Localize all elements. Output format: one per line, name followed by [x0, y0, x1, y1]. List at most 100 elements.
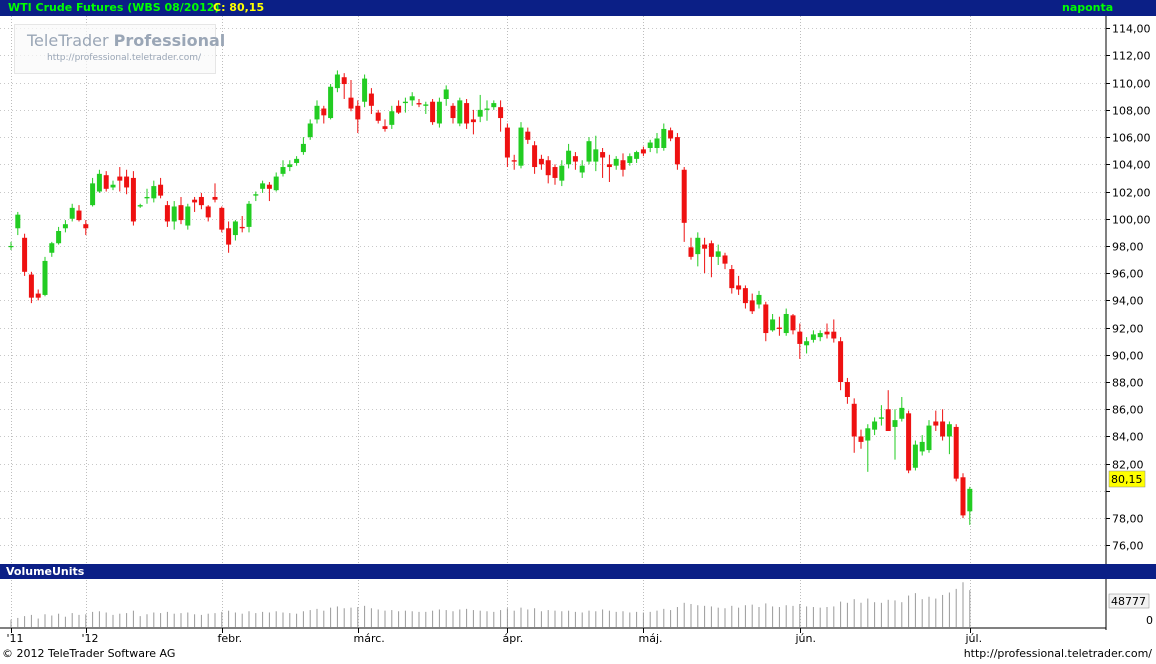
- month-label: márc.: [354, 632, 385, 645]
- candle-down: [368, 93, 374, 106]
- candle-up: [457, 100, 463, 124]
- candle-up: [892, 420, 898, 427]
- candle-down: [450, 105, 456, 119]
- candle-up: [409, 96, 415, 101]
- price-tick-label: 102,00: [1112, 187, 1151, 200]
- candle-up: [96, 173, 102, 192]
- price-tick-label: 78,00: [1112, 513, 1144, 526]
- candle-down: [498, 107, 504, 119]
- time-grid: [11, 16, 971, 628]
- candle-up: [593, 149, 599, 162]
- candle-down: [396, 105, 402, 113]
- candle-down: [348, 97, 354, 109]
- candle-up: [518, 127, 524, 166]
- footer: © 2012 TeleTrader Software AG http://pro…: [0, 645, 1156, 664]
- price-tick-label: 76,00: [1112, 540, 1144, 553]
- candle-down: [736, 285, 742, 290]
- candle-down: [885, 409, 891, 432]
- month-label: '11: [7, 632, 24, 645]
- price-tick-label: 114,00: [1112, 23, 1151, 36]
- watermark-brand-bold: Professional: [113, 31, 226, 50]
- candle-down: [212, 196, 218, 200]
- footer-url[interactable]: http://professional.teletrader.com/: [964, 647, 1152, 660]
- candle-up: [586, 141, 592, 162]
- candle-up: [559, 165, 565, 181]
- candle-up: [613, 158, 619, 166]
- price-tick-label: 94,00: [1112, 295, 1144, 308]
- candle-up: [634, 152, 640, 159]
- candle-up: [926, 425, 932, 451]
- volume-title-bar: VolumeUnits: [0, 564, 1156, 579]
- watermark-brand-light: TeleTrader: [27, 31, 109, 50]
- candle-down: [722, 255, 728, 264]
- candle-up: [566, 150, 572, 165]
- candle-up: [90, 183, 96, 206]
- candle-down: [668, 130, 674, 139]
- candle-up: [654, 138, 660, 148]
- watermark-url: http://professional.teletrader.com/: [47, 53, 202, 63]
- candle-down: [22, 237, 28, 272]
- candle-down: [178, 205, 184, 221]
- candle-up: [715, 251, 721, 257]
- candle-down: [674, 137, 680, 165]
- candle-down: [532, 145, 538, 168]
- candle-down: [960, 477, 966, 516]
- candle-up: [661, 128, 667, 148]
- candle-up: [899, 407, 905, 419]
- candle-down: [470, 119, 476, 123]
- candle-down: [933, 421, 939, 426]
- candle-down: [355, 105, 361, 120]
- candle-down: [164, 205, 170, 222]
- candle-down: [790, 315, 796, 331]
- candle-down: [940, 421, 946, 437]
- price-tick-label: 92,00: [1112, 323, 1144, 336]
- candle-down: [729, 269, 735, 289]
- candle-up: [919, 441, 925, 452]
- candle-down: [382, 126, 388, 129]
- candle-up: [967, 488, 973, 512]
- candle-down: [797, 331, 803, 344]
- candle-down: [525, 131, 531, 140]
- candle-up: [253, 194, 259, 196]
- last-volume-label: 48777: [1111, 595, 1146, 608]
- candle-up: [171, 206, 177, 222]
- candle-down: [226, 228, 232, 245]
- candle-up: [300, 143, 306, 153]
- candle-up: [273, 176, 279, 191]
- candle-up: [8, 245, 14, 248]
- candle-up: [817, 333, 823, 338]
- candle-up: [491, 103, 497, 108]
- candle-down: [124, 176, 130, 188]
- watermark-brand: TeleTrader Professional: [27, 31, 225, 50]
- candle-down: [702, 244, 708, 249]
- candle-up: [484, 108, 490, 110]
- candle-down: [430, 101, 436, 123]
- volume-title: VolumeUnits: [6, 565, 85, 578]
- candle-down: [205, 206, 211, 218]
- candle-down: [844, 382, 850, 397]
- month-label: máj.: [639, 632, 663, 645]
- teletrader-watermark: TeleTrader Professional http://professio…: [14, 24, 225, 74]
- month-label: febr.: [218, 632, 243, 645]
- candle-down: [763, 304, 769, 334]
- candle-down: [117, 176, 123, 181]
- candle-down: [552, 167, 558, 178]
- candle-down: [858, 436, 864, 442]
- candle-down: [192, 199, 198, 203]
- candle-down: [35, 293, 41, 298]
- candle-down: [906, 413, 912, 471]
- candle-down: [572, 156, 578, 162]
- candle-up: [579, 165, 585, 173]
- price-tick-label: 108,00: [1112, 105, 1151, 118]
- candle-up: [246, 203, 252, 227]
- candle-down: [239, 226, 245, 229]
- candle-down: [606, 164, 612, 168]
- candle-down: [464, 103, 470, 124]
- candle-down: [620, 160, 626, 170]
- candle-down: [511, 160, 517, 162]
- candle-down: [742, 288, 748, 304]
- volume-zero-label: 0: [1146, 614, 1153, 627]
- candle-down: [838, 341, 844, 383]
- copyright: © 2012 TeleTrader Software AG: [2, 647, 176, 660]
- candle-up: [865, 428, 871, 441]
